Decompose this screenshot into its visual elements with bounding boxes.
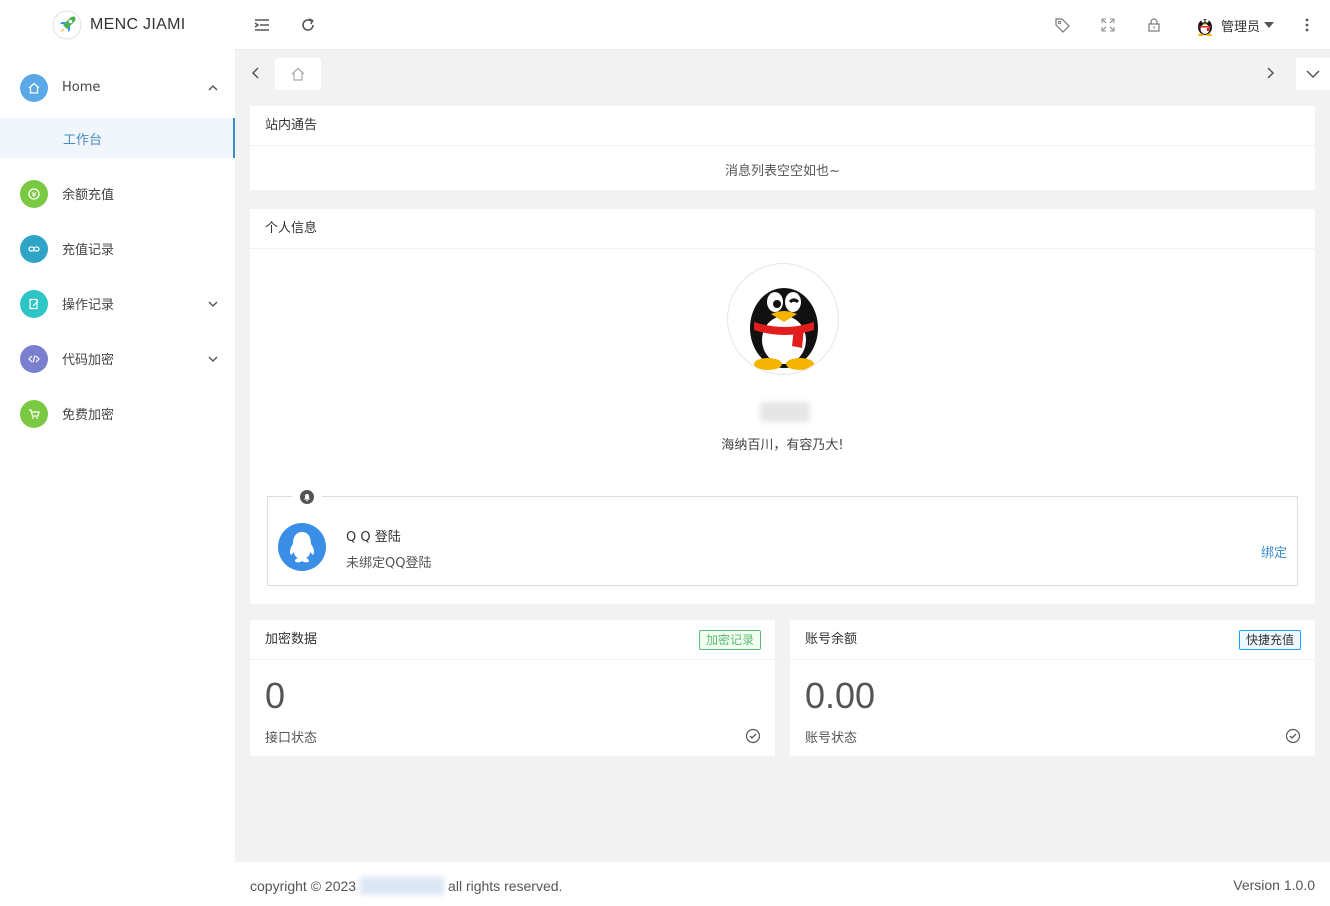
user-menu[interactable]: 管理员: [1195, 13, 1275, 37]
caret-down-icon: [1264, 22, 1275, 28]
sidebar-item-label: 充值记录: [62, 243, 115, 258]
balance-value: 0.00: [805, 675, 876, 716]
chevron-down-icon: [208, 301, 218, 307]
notice-title: 站内通告: [250, 106, 1315, 146]
rocket-logo-icon: [52, 10, 82, 40]
balance-stats-title: 账号余额: [790, 620, 1315, 660]
profile-motto: 海纳百川，有容乃大!: [721, 438, 844, 453]
sidebar-item-label: 免费加密: [62, 408, 115, 423]
notice-card: 站内通告 消息列表空空如也~: [250, 106, 1315, 190]
refresh-button[interactable]: [298, 15, 318, 35]
penguin-avatar-icon: [750, 288, 818, 370]
notice-empty-text: 消息列表空空如也~: [725, 164, 840, 179]
fullscreen-icon: [1101, 18, 1115, 32]
tag-button[interactable]: [1052, 15, 1072, 35]
refresh-icon: [302, 18, 314, 31]
sidebar-item-label: 操作记录: [62, 298, 115, 313]
more-button[interactable]: [1297, 15, 1317, 35]
tab-scroll-right-button[interactable]: [1261, 64, 1279, 82]
tag-icon: [1055, 18, 1070, 33]
tab-options-button[interactable]: [1296, 58, 1330, 90]
check-circle-icon: [1285, 728, 1301, 744]
sidebar-item-label: 代码加密: [62, 353, 115, 368]
sidebar-item-label: Home: [62, 80, 101, 95]
copyright: copyright © 2023 all rights reserved.: [250, 877, 562, 895]
encrypt-stats-card: 加密数据 加密记录 0 接口状态: [250, 620, 775, 756]
check-circle-icon: [745, 728, 761, 744]
more-vertical-icon: [1305, 18, 1309, 32]
code-icon: [20, 344, 48, 373]
qq-login-title: Q Q 登陆: [346, 530, 401, 545]
qq-login-panel: Q Q 登陆 未绑定QQ登陆 绑定: [267, 488, 1298, 586]
copyright-prefix: copyright © 2023: [250, 878, 357, 894]
balance-stats-card: 账号余额 快捷充值 0.00 账号状态: [790, 620, 1315, 756]
profile-avatar: [727, 263, 839, 375]
cart-icon: [20, 399, 48, 428]
qq-login-status: 未绑定QQ登陆: [346, 556, 432, 571]
chevron-right-icon: [1267, 67, 1275, 79]
home-icon: [20, 73, 48, 102]
site-name-redacted: [360, 877, 445, 895]
edit-icon: [20, 289, 48, 318]
user-name: 管理员: [1221, 19, 1261, 35]
profile-card: 个人信息 海纳百川，有容乃大! Q Q 登陆 未绑定QQ登陆 绑定: [250, 209, 1315, 604]
sidebar-item-recharge[interactable]: 余额充值: [0, 166, 235, 221]
coin-icon: [20, 179, 48, 208]
lock-icon: [1148, 18, 1160, 32]
encrypt-stats-title-text: 加密数据: [265, 632, 318, 647]
link-icon: [20, 234, 48, 263]
sidebar-menu: Home 工作台 余额充值 充值记录 操作记录 代码加密 免费加密: [0, 60, 235, 441]
lock-button[interactable]: [1144, 15, 1164, 35]
quick-recharge-badge[interactable]: 快捷充值: [1238, 630, 1301, 650]
sidebar-item-code-encrypt[interactable]: 代码加密: [0, 331, 235, 386]
indent-icon: [254, 19, 269, 31]
chevron-down-icon: [208, 356, 218, 362]
sidebar-subitem-workbench[interactable]: 工作台: [0, 118, 235, 158]
home-icon: [291, 67, 305, 81]
encrypt-records-badge[interactable]: 加密记录: [698, 630, 761, 650]
encrypt-stats-title: 加密数据: [250, 620, 775, 660]
sidebar-subitem-label: 工作台: [63, 132, 103, 148]
qq-bind-link[interactable]: 绑定: [1261, 542, 1287, 561]
tab-home[interactable]: [275, 58, 321, 90]
chevron-left-icon: [251, 67, 259, 79]
balance-stats-title-text: 账号余额: [805, 632, 858, 647]
profile-title: 个人信息: [250, 209, 1315, 249]
menu-toggle-button[interactable]: [252, 15, 272, 35]
qq-penguin-icon: [289, 532, 315, 563]
sidebar-item-operation-records[interactable]: 操作记录: [0, 276, 235, 331]
account-status-label: 账号状态: [805, 731, 858, 746]
sidebar-item-home[interactable]: Home: [0, 60, 235, 115]
encrypt-count-value: 0: [265, 675, 286, 716]
version-text: Version 1.0.0: [1233, 877, 1315, 893]
sidebar-item-free-encrypt[interactable]: 免费加密: [0, 386, 235, 441]
chevron-down-icon: [1306, 70, 1320, 79]
chevron-up-icon: [208, 84, 218, 90]
penguin-avatar-icon: [1198, 19, 1212, 36]
profile-username-redacted: [760, 402, 810, 422]
sidebar-item-label: 余额充值: [62, 188, 115, 203]
copyright-suffix: all rights reserved.: [448, 878, 563, 894]
tab-bar: [235, 50, 1330, 98]
qq-avatar: [278, 523, 326, 571]
bell-icon: [292, 488, 322, 506]
top-header: 管理员: [235, 0, 1330, 50]
sidebar-item-recharge-records[interactable]: 充值记录: [0, 221, 235, 276]
interface-status-label: 接口状态: [265, 731, 318, 746]
footer: copyright © 2023 all rights reserved. Ve…: [235, 862, 1330, 906]
sidebar: MENC JIAMI Home 工作台 余额充值 充值记录 操作记录 代码加密 …: [0, 0, 235, 906]
tab-scroll-left-button[interactable]: [247, 64, 265, 82]
app-title: MENC JIAMI: [90, 16, 186, 33]
fullscreen-button[interactable]: [1098, 15, 1118, 35]
logo[interactable]: MENC JIAMI: [0, 0, 235, 50]
